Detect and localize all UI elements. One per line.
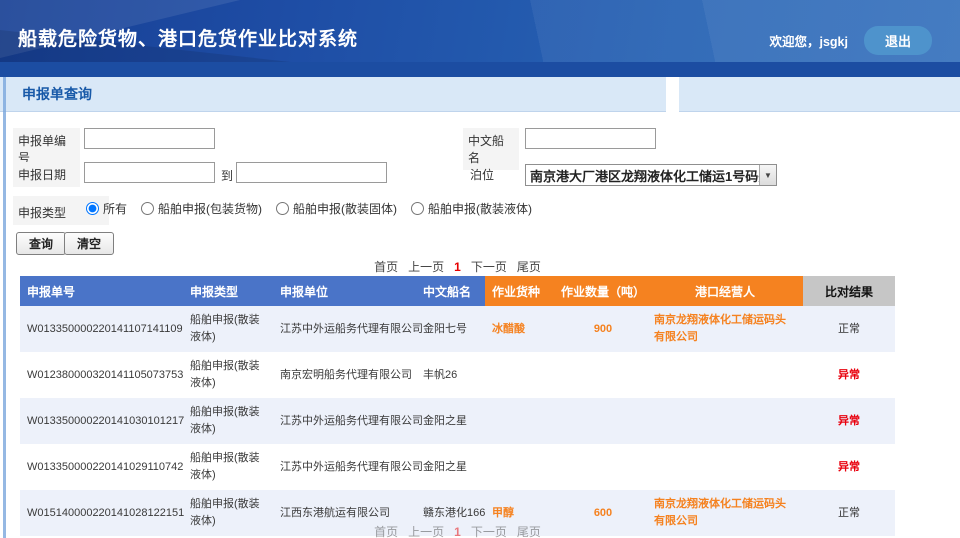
pagination-top: 首页上一页 1 下一页尾页: [20, 258, 895, 275]
cell-cargo: [485, 444, 559, 490]
column-header: 作业货种: [485, 276, 559, 306]
cell-declaration-unit: 江苏中外运船务代理有限公司: [273, 398, 416, 444]
app-window: 船载危险货物、港口危货作业比对系统 欢迎您，jsgkj 退出 申报单查询 申报单…: [0, 0, 960, 538]
cell-quantity: [559, 444, 647, 490]
cell-declaration-type: 船舶申报(散装液体): [183, 306, 273, 352]
column-header: 申报类型: [183, 276, 273, 306]
pagination-current-page: 1: [454, 525, 461, 538]
query-button[interactable]: 查询: [16, 232, 66, 255]
declare-type-option-3[interactable]: 船舶申报(散装液体): [411, 200, 532, 217]
pagination-last[interactable]: 尾页: [517, 525, 541, 538]
declare-type-option-2[interactable]: 船舶申报(散装固体): [276, 200, 397, 217]
column-header: 比对结果: [803, 276, 895, 306]
declaration-no-input[interactable]: [84, 128, 215, 149]
cell-cargo: [485, 398, 559, 444]
date-to-input[interactable]: [236, 162, 387, 183]
table-header-row: 申报单号申报类型申报单位中文船名作业货种作业数量（吨）港口经营人比对结果: [20, 276, 895, 306]
results-table-wrap: 申报单号申报类型申报单位中文船名作业货种作业数量（吨）港口经营人比对结果 W01…: [20, 276, 895, 536]
pagination-next[interactable]: 下一页: [471, 260, 507, 274]
pagination-first[interactable]: 首页: [374, 525, 398, 538]
table-row: W012380000320141105073753船舶申报(散装液体)南京宏明船…: [20, 352, 895, 398]
header-bottom-strip: [0, 62, 960, 77]
radio-label: 所有: [103, 200, 127, 217]
berth-select[interactable]: 南京港大厂港区龙翔液体化工储运1号码头 ▼: [525, 164, 777, 186]
cell-ship-name: 金阳之星: [416, 444, 485, 490]
cell-ship-name: 金阳之星: [416, 398, 485, 444]
cell-declaration-no: W012380000320141105073753: [20, 352, 183, 398]
cell-declaration-no: W013350000220141029110742: [20, 444, 183, 490]
cell-cargo: 冰醋酸: [485, 306, 559, 352]
cell-operator: [647, 398, 803, 444]
date-to-text: 到: [221, 167, 233, 184]
cell-operator: [647, 444, 803, 490]
radio-input[interactable]: [86, 202, 99, 215]
clear-button[interactable]: 清空: [64, 232, 114, 255]
cell-declaration-unit: 南京宏明船务代理有限公司: [273, 352, 416, 398]
cell-result: 异常: [803, 352, 895, 398]
radio-label: 船舶申报(散装固体): [293, 200, 397, 217]
logout-button[interactable]: 退出: [864, 26, 932, 55]
pagination-prev[interactable]: 上一页: [408, 525, 444, 538]
cell-quantity: 900: [559, 306, 647, 352]
table-row: W013350000220141029110742船舶申报(散装液体)江苏中外运…: [20, 444, 895, 490]
berth-selected-value: 南京港大厂港区龙翔液体化工储运1号码头: [526, 166, 759, 185]
column-header: 作业数量（吨）: [559, 276, 647, 306]
app-header: 船载危险货物、港口危货作业比对系统 欢迎您，jsgkj 退出: [0, 0, 960, 77]
cell-declaration-type: 船舶申报(散装液体): [183, 398, 273, 444]
dropdown-arrow-icon: ▼: [759, 165, 776, 185]
cell-result: 正常: [803, 306, 895, 352]
column-header: 申报单号: [20, 276, 183, 306]
table-row: W013350000220141107141109船舶申报(散装液体)江苏中外运…: [20, 306, 895, 352]
pagination-last[interactable]: 尾页: [517, 260, 541, 274]
radio-input[interactable]: [276, 202, 289, 215]
radio-input[interactable]: [141, 202, 154, 215]
cell-declaration-no: W013350000220141107141109: [20, 306, 183, 352]
results-table: 申报单号申报类型申报单位中文船名作业货种作业数量（吨）港口经营人比对结果 W01…: [20, 276, 895, 536]
cell-declaration-unit: 江苏中外运船务代理有限公司: [273, 444, 416, 490]
header-user-area: 欢迎您，jsgkj 退出: [770, 26, 933, 55]
tab-declaration-query[interactable]: 申报单查询: [0, 77, 666, 112]
berth-label: 泊位: [465, 162, 499, 187]
cell-declaration-no: W013350000220141030101217: [20, 398, 183, 444]
welcome-text: 欢迎您，jsgkj: [770, 31, 849, 50]
radio-label: 船舶申报(散装液体): [428, 200, 532, 217]
cell-result: 异常: [803, 444, 895, 490]
pagination-first[interactable]: 首页: [374, 260, 398, 274]
cell-operator: 南京龙翔液体化工储运码头有限公司: [647, 306, 803, 352]
pagination-bottom: 首页上一页 1 下一页尾页: [20, 523, 895, 538]
app-title: 船载危险货物、港口危货作业比对系统: [18, 24, 358, 51]
search-form: 申报单编号 中文船名 申报日期 到 泊位 南京港大厂港区龙翔液体化工储运1号码头…: [0, 112, 960, 257]
cell-ship-name: 丰帆26: [416, 352, 485, 398]
declare-type-radio-group: 所有 船舶申报(包装货物) 船舶申报(散装固体) 船舶申报(散装液体): [86, 200, 532, 217]
radio-label: 船舶申报(包装货物): [158, 200, 262, 217]
cell-declaration-type: 船舶申报(散装液体): [183, 352, 273, 398]
pagination-prev[interactable]: 上一页: [408, 260, 444, 274]
tab-bar: 申报单查询: [0, 77, 960, 112]
date-from-input[interactable]: [84, 162, 215, 183]
column-header: 申报单位: [273, 276, 416, 306]
cell-quantity: [559, 398, 647, 444]
cell-declaration-unit: 江苏中外运船务代理有限公司: [273, 306, 416, 352]
cell-cargo: [485, 352, 559, 398]
pagination-current-page: 1: [454, 260, 461, 274]
radio-input[interactable]: [411, 202, 424, 215]
column-header: 中文船名: [416, 276, 485, 306]
tab-divider: [666, 77, 679, 112]
declare-type-option-1[interactable]: 船舶申报(包装货物): [141, 200, 262, 217]
column-header: 港口经营人: [647, 276, 803, 306]
ship-name-input[interactable]: [525, 128, 656, 149]
cell-result: 异常: [803, 398, 895, 444]
declare-type-option-0[interactable]: 所有: [86, 200, 127, 217]
declare-date-label: 申报日期: [13, 162, 80, 187]
pagination-next[interactable]: 下一页: [471, 525, 507, 538]
cell-declaration-type: 船舶申报(散装液体): [183, 444, 273, 490]
cell-operator: [647, 352, 803, 398]
tab-label: 申报单查询: [0, 77, 92, 111]
tab-bar-filler: [679, 77, 960, 112]
table-row: W013350000220141030101217船舶申报(散装液体)江苏中外运…: [20, 398, 895, 444]
cell-quantity: [559, 352, 647, 398]
cell-ship-name: 金阳七号: [416, 306, 485, 352]
